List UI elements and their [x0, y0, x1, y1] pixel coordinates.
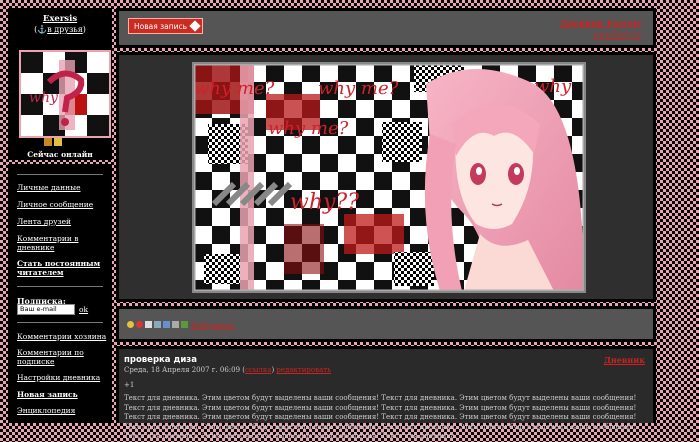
svg-text:why me?: why me? [194, 78, 275, 99]
favorite-icon[interactable] [181, 321, 188, 328]
svg-text:why??: why?? [290, 190, 359, 215]
new-post-button[interactable]: Новая запись [128, 18, 204, 34]
diary-title-link[interactable]: Дневник Exersis [560, 19, 641, 29]
sidebar-item-friends-feed[interactable]: Лента друзей [17, 217, 107, 226]
add-friend-link[interactable]: в друзья [47, 25, 83, 34]
online-status: Сейчас онлайн [27, 150, 93, 159]
sidebar-item-new-post[interactable]: Новая запись [17, 390, 107, 399]
pencil-icon [189, 20, 201, 32]
profile-panel: Exersis (⚓в друзья) why Сейчас онлайн [8, 8, 112, 160]
banner-panel: why me? why me? why me? why why?? [116, 52, 656, 302]
post-panel: проверка диза Дневник Среда, 18 Апреля 2… [116, 346, 656, 440]
stop-icon[interactable] [136, 321, 143, 328]
rss-icon[interactable] [172, 321, 179, 328]
avatar[interactable]: why [19, 50, 111, 138]
post-rating: +1 [124, 381, 135, 389]
post-permalink[interactable]: ссылка [245, 366, 271, 374]
favorites-link[interactable]: Избранное [191, 321, 234, 330]
add-friend-icon: ⚓ [37, 25, 48, 34]
post-edit-link[interactable]: редактировать [276, 366, 331, 374]
post-title: проверка диза [124, 355, 197, 365]
sidebar-item-owner-comments[interactable]: Комментарии хозяина [17, 332, 107, 341]
add-friend-line: (⚓в друзья) [34, 25, 86, 34]
divider [17, 322, 103, 323]
header-banner-image: why me? why me? why me? why why?? [192, 62, 586, 293]
tools-bar: Избранное [116, 306, 656, 342]
message-icon [54, 138, 62, 146]
sidebar-item-diary-comments[interactable]: Комментарии в дневнике [17, 234, 107, 252]
email-field[interactable]: Ваш e-mail [17, 304, 75, 315]
divider [17, 174, 103, 175]
smile-icon[interactable] [127, 321, 134, 328]
sidebar-item-encyclopedia[interactable]: Энциклопедия [17, 406, 107, 415]
post-category-link[interactable]: Дневник [604, 355, 645, 365]
top-bar: Новая запись Дневник Exersis www.Diary.r… [116, 8, 656, 48]
mail-icon[interactable] [163, 321, 170, 328]
subscribe-ok-button[interactable]: ok [79, 305, 88, 314]
svg-text:why: why [29, 90, 59, 106]
diary-url-link[interactable]: www.Diary.ru [593, 31, 641, 39]
sidebar-menu: Личные данные Личное сообщение Лента дру… [8, 164, 112, 423]
sidebar-item-subscription-comments[interactable]: Комментарии по подписке [17, 348, 107, 366]
tool-icons [127, 321, 188, 328]
sidebar-item-diary-settings[interactable]: Настройки дневника [17, 373, 107, 382]
print-icon[interactable] [154, 321, 161, 328]
document-icon[interactable] [145, 321, 152, 328]
username-link[interactable]: Exersis [8, 14, 112, 24]
sidebar-item-personal-data[interactable]: Личные данные [17, 183, 107, 192]
svg-text:why me?: why me? [268, 118, 349, 139]
user-icon [44, 138, 52, 146]
divider [17, 286, 103, 287]
sidebar-item-private-message[interactable]: Личное сообщение [17, 200, 107, 209]
post-body: Текст для дневника. Этим цветом будут вы… [124, 394, 637, 440]
post-meta: Среда, 18 Апреля 2007 г. 06:09 (ссылка) … [124, 366, 331, 374]
svg-text:why me?: why me? [318, 78, 399, 99]
online-icons [44, 138, 62, 146]
sidebar-item-become-reader[interactable]: Стать постоянным читателем [17, 259, 107, 277]
